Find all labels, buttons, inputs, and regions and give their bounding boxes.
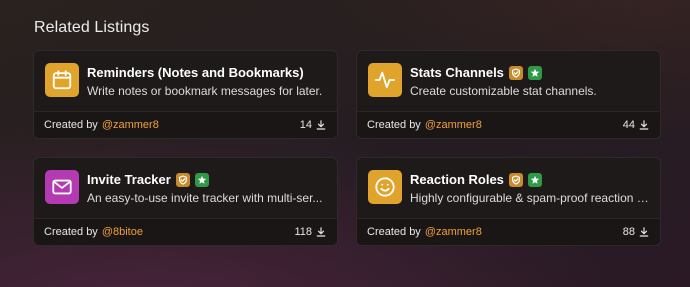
- smiley-icon: [368, 170, 402, 204]
- section-title: Related Listings: [34, 19, 150, 36]
- listing-description: Highly configurable & spam-proof reactio…: [410, 191, 650, 205]
- listing-card-reminders[interactable]: Reminders (Notes and Bookmarks) Write no…: [33, 50, 338, 139]
- download-count: 88: [623, 226, 649, 238]
- download-count-value: 118: [294, 226, 312, 238]
- author-link[interactable]: @8bitoe: [102, 226, 143, 238]
- created-by-label: Created by: [367, 226, 421, 238]
- author-link[interactable]: @zammer8: [102, 119, 159, 131]
- partner-badge-icon: [508, 65, 523, 80]
- created-by-label: Created by: [367, 119, 421, 131]
- envelope-icon: [45, 170, 79, 204]
- listing-card-stats-channels[interactable]: Stats Channels Create customizable stat …: [356, 50, 661, 139]
- partner-badge-icon: [175, 172, 190, 187]
- author-link[interactable]: @zammer8: [425, 226, 482, 238]
- calendar-icon: [45, 63, 79, 97]
- created-by: Created by @zammer8: [44, 119, 159, 131]
- verified-badge-icon: [527, 65, 542, 80]
- listing-title[interactable]: Invite Tracker: [87, 172, 171, 187]
- created-by-label: Created by: [44, 119, 98, 131]
- download-icon: [316, 227, 326, 237]
- verified-badge-icon: [527, 172, 542, 187]
- listing-title[interactable]: Reminders (Notes and Bookmarks): [87, 65, 304, 80]
- listing-card-invite-tracker[interactable]: Invite Tracker An easy-to-use invite tra…: [33, 157, 338, 246]
- created-by: Created by @zammer8: [367, 119, 482, 131]
- download-count: 44: [623, 119, 649, 131]
- partner-badge-icon: [508, 172, 523, 187]
- download-count-value: 88: [622, 226, 635, 238]
- listing-description: Write notes or bookmark messages for lat…: [87, 84, 323, 98]
- download-count-value: 14: [299, 119, 312, 131]
- activity-icon: [368, 63, 402, 97]
- download-icon: [639, 120, 649, 130]
- listing-description: An easy-to-use invite tracker with multi…: [87, 191, 323, 205]
- created-by: Created by @8bitoe: [44, 226, 143, 238]
- created-by: Created by @zammer8: [367, 226, 482, 238]
- download-icon: [316, 120, 326, 130]
- author-link[interactable]: @zammer8: [425, 119, 482, 131]
- listing-title[interactable]: Stats Channels: [410, 65, 504, 80]
- download-count: 14: [300, 119, 326, 131]
- verified-badge-icon: [194, 172, 209, 187]
- listing-card-reaction-roles[interactable]: Reaction Roles Highly configurable & spa…: [356, 157, 661, 246]
- download-count: 118: [294, 226, 326, 238]
- listing-description: Create customizable stat channels.: [410, 84, 597, 98]
- download-count-value: 44: [622, 119, 635, 131]
- download-icon: [639, 227, 649, 237]
- listing-title[interactable]: Reaction Roles: [410, 172, 504, 187]
- created-by-label: Created by: [44, 226, 98, 238]
